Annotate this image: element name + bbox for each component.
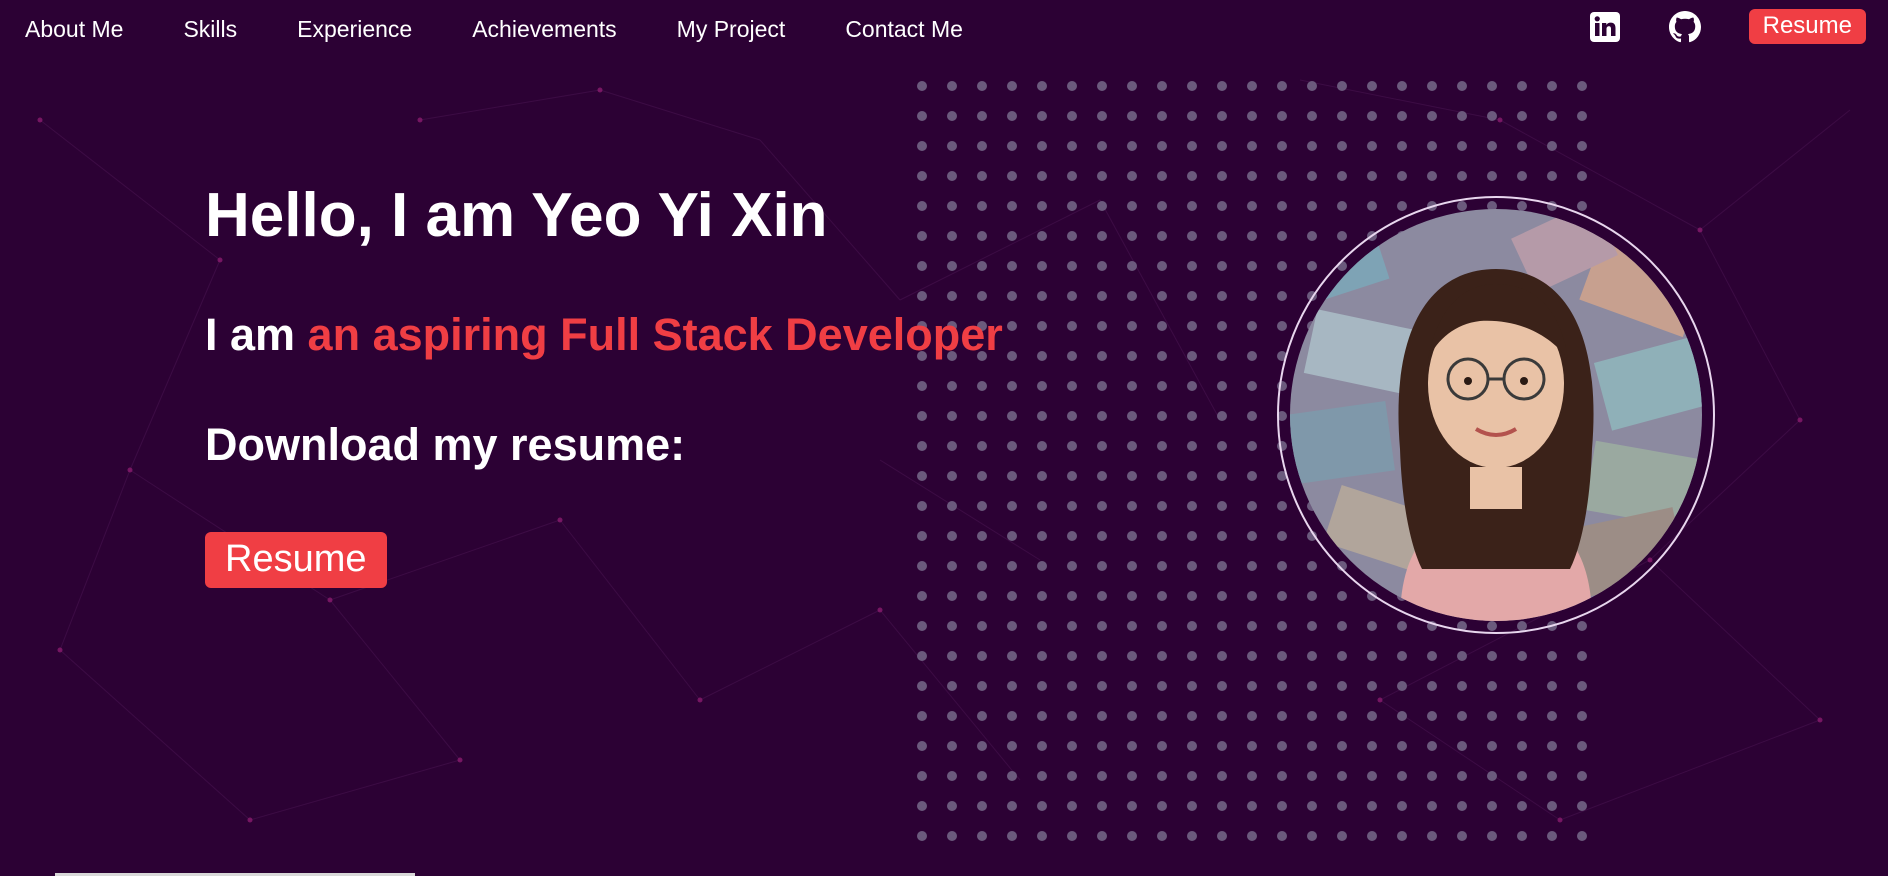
hero-section: Hello, I am Yeo Yi Xin I am an aspiring … bbox=[205, 180, 1003, 588]
nav-right-actions: Resume bbox=[1589, 9, 1866, 44]
nav-link-contact-me[interactable]: Contact Me bbox=[845, 15, 963, 43]
nav-link-my-project[interactable]: My Project bbox=[677, 15, 786, 43]
top-navbar: About Me Skills Experience Achievements … bbox=[0, 0, 1888, 58]
linkedin-icon[interactable] bbox=[1589, 11, 1621, 43]
hero-subtitle: I am an aspiring Full Stack Developer bbox=[205, 308, 1003, 362]
hero-subtitle-prefix: I am bbox=[205, 309, 308, 360]
github-icon[interactable] bbox=[1668, 10, 1701, 43]
nav-link-experience[interactable]: Experience bbox=[297, 15, 412, 43]
hero-title: Hello, I am Yeo Yi Xin bbox=[205, 181, 828, 250]
hero-subtitle-role: an aspiring Full Stack Developer bbox=[307, 309, 1003, 360]
download-resume-label: Download my resume: bbox=[205, 419, 686, 470]
nav-link-skills[interactable]: Skills bbox=[183, 15, 237, 43]
nav-resume-button[interactable]: Resume bbox=[1748, 9, 1866, 44]
profile-photo bbox=[1290, 209, 1702, 621]
nav-link-about-me[interactable]: About Me bbox=[25, 15, 123, 43]
hero-resume-button[interactable]: Resume bbox=[205, 532, 387, 588]
nav-links: About Me Skills Experience Achievements … bbox=[25, 15, 1023, 43]
profile-photo-ring bbox=[1277, 196, 1715, 634]
nav-link-achievements[interactable]: Achievements bbox=[472, 15, 616, 43]
